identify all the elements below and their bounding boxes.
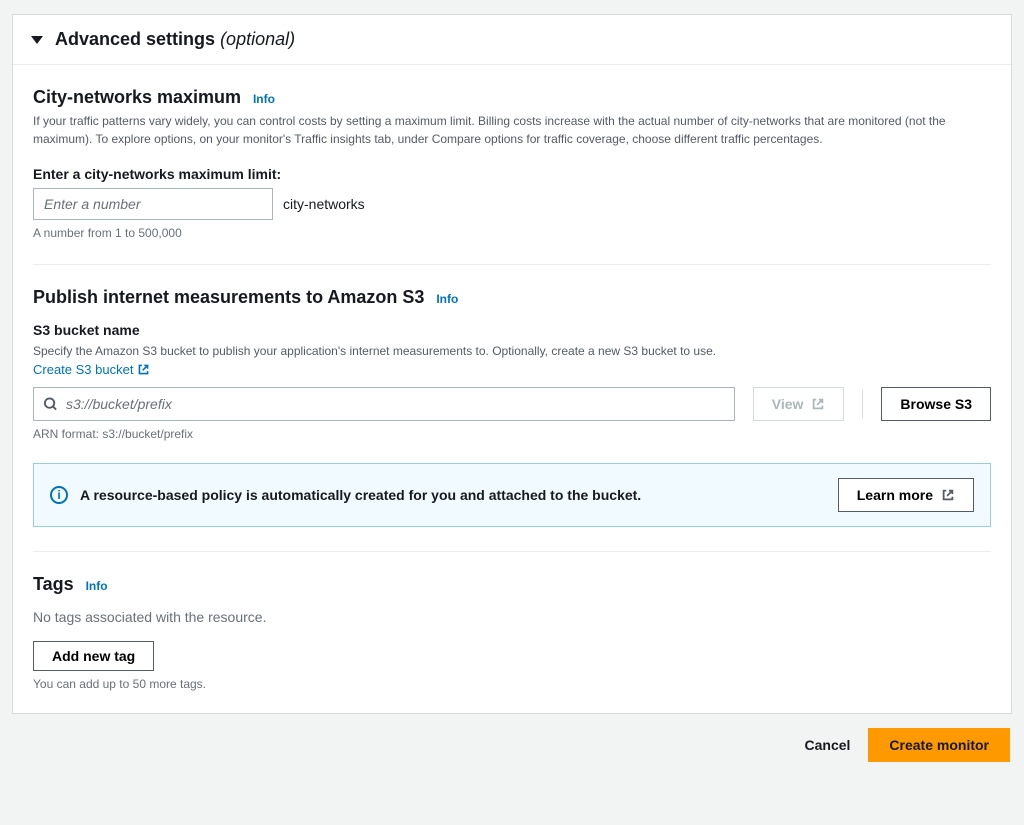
create-s3-bucket-link[interactable]: Create S3 bucket <box>33 362 150 377</box>
external-link-icon <box>811 397 825 411</box>
panel-optional-label: (optional) <box>220 29 295 49</box>
panel-title-text: Advanced settings <box>55 29 215 49</box>
city-networks-section: City-networks maximum Info If your traff… <box>13 65 1011 240</box>
city-networks-field-label: Enter a city-networks maximum limit: <box>33 166 991 182</box>
cancel-button[interactable]: Cancel <box>805 737 851 753</box>
tags-hint: You can add up to 50 more tags. <box>33 677 991 691</box>
city-networks-suffix: city-networks <box>283 196 365 212</box>
learn-more-button[interactable]: Learn more <box>838 478 974 512</box>
s3-input-wrapper <box>33 387 735 421</box>
learn-more-label: Learn more <box>857 487 933 503</box>
s3-heading: Publish internet measurements to Amazon … <box>33 287 424 308</box>
caret-down-icon <box>31 36 43 44</box>
tags-empty-text: No tags associated with the resource. <box>33 609 991 625</box>
panel-header[interactable]: Advanced settings (optional) <box>13 15 1011 65</box>
tags-section: Tags Info No tags associated with the re… <box>13 552 1011 713</box>
info-icon: i <box>50 486 68 504</box>
advanced-settings-panel: Advanced settings (optional) City-networ… <box>12 14 1012 714</box>
s3-section: Publish internet measurements to Amazon … <box>13 265 1011 527</box>
city-networks-input[interactable] <box>33 188 273 220</box>
vertical-separator <box>862 390 863 418</box>
city-networks-hint: A number from 1 to 500,000 <box>33 226 991 240</box>
policy-info-text: A resource-based policy is automatically… <box>80 487 641 503</box>
city-networks-description: If your traffic patterns vary widely, yo… <box>33 112 991 148</box>
view-button-label: View <box>772 396 804 412</box>
create-monitor-button[interactable]: Create monitor <box>868 728 1010 762</box>
browse-s3-button[interactable]: Browse S3 <box>881 387 991 421</box>
s3-arn-hint: ARN format: s3://bucket/prefix <box>33 427 991 441</box>
tags-info-link[interactable]: Info <box>86 579 108 593</box>
s3-bucket-label: S3 bucket name <box>33 322 991 338</box>
view-button[interactable]: View <box>753 387 845 421</box>
footer: Cancel Create monitor <box>0 714 1024 772</box>
tags-heading: Tags <box>33 574 74 595</box>
search-icon <box>43 397 58 412</box>
s3-bucket-desc: Specify the Amazon S3 bucket to publish … <box>33 342 991 360</box>
create-s3-bucket-text: Create S3 bucket <box>33 362 133 377</box>
panel-title: Advanced settings (optional) <box>55 29 295 50</box>
city-networks-info-link[interactable]: Info <box>253 92 275 106</box>
s3-info-link[interactable]: Info <box>436 292 458 306</box>
city-networks-heading: City-networks maximum <box>33 87 241 108</box>
add-new-tag-button[interactable]: Add new tag <box>33 641 154 671</box>
external-link-icon <box>941 488 955 502</box>
policy-info-box: i A resource-based policy is automatical… <box>33 463 991 527</box>
external-link-icon <box>137 363 150 376</box>
s3-bucket-input[interactable] <box>33 387 735 421</box>
